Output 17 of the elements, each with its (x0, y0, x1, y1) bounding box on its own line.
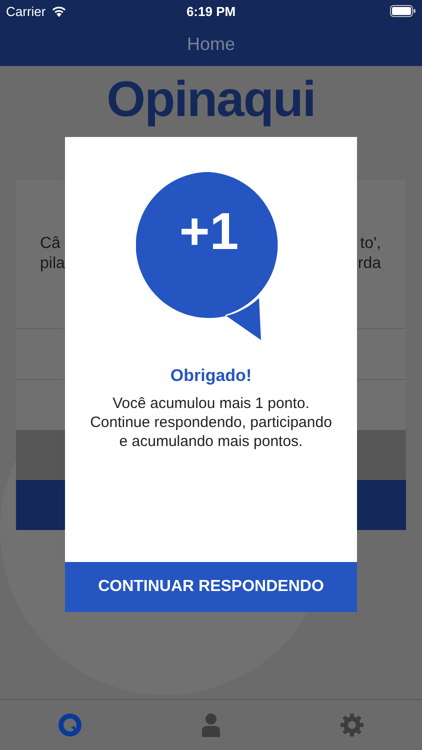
dialog-title: Obrigado! (170, 366, 252, 386)
continue-button[interactable]: CONTINUAR RESPONDENDO (65, 562, 357, 612)
status-time: 6:19 PM (186, 4, 236, 18)
speech-bubble-icon (58, 713, 82, 737)
nav-title: Home (186, 34, 235, 54)
dialog-message: Você acumulou mais 1 ponto. Continue respondendo, participando e acumulando mais pontos. (89, 394, 333, 451)
carrier-label: Carrier (6, 4, 46, 18)
settings-icon (340, 713, 364, 737)
person-icon (200, 713, 221, 737)
question-text: pila (40, 255, 65, 273)
app-logo: Opinaqui (106, 72, 316, 127)
question-text: rda (358, 255, 381, 273)
points-label: +1 (178, 206, 240, 258)
question-text: to', (360, 235, 381, 253)
battery-icon (390, 5, 416, 17)
question-text: Câ (40, 235, 60, 253)
wifi-icon (50, 5, 67, 17)
